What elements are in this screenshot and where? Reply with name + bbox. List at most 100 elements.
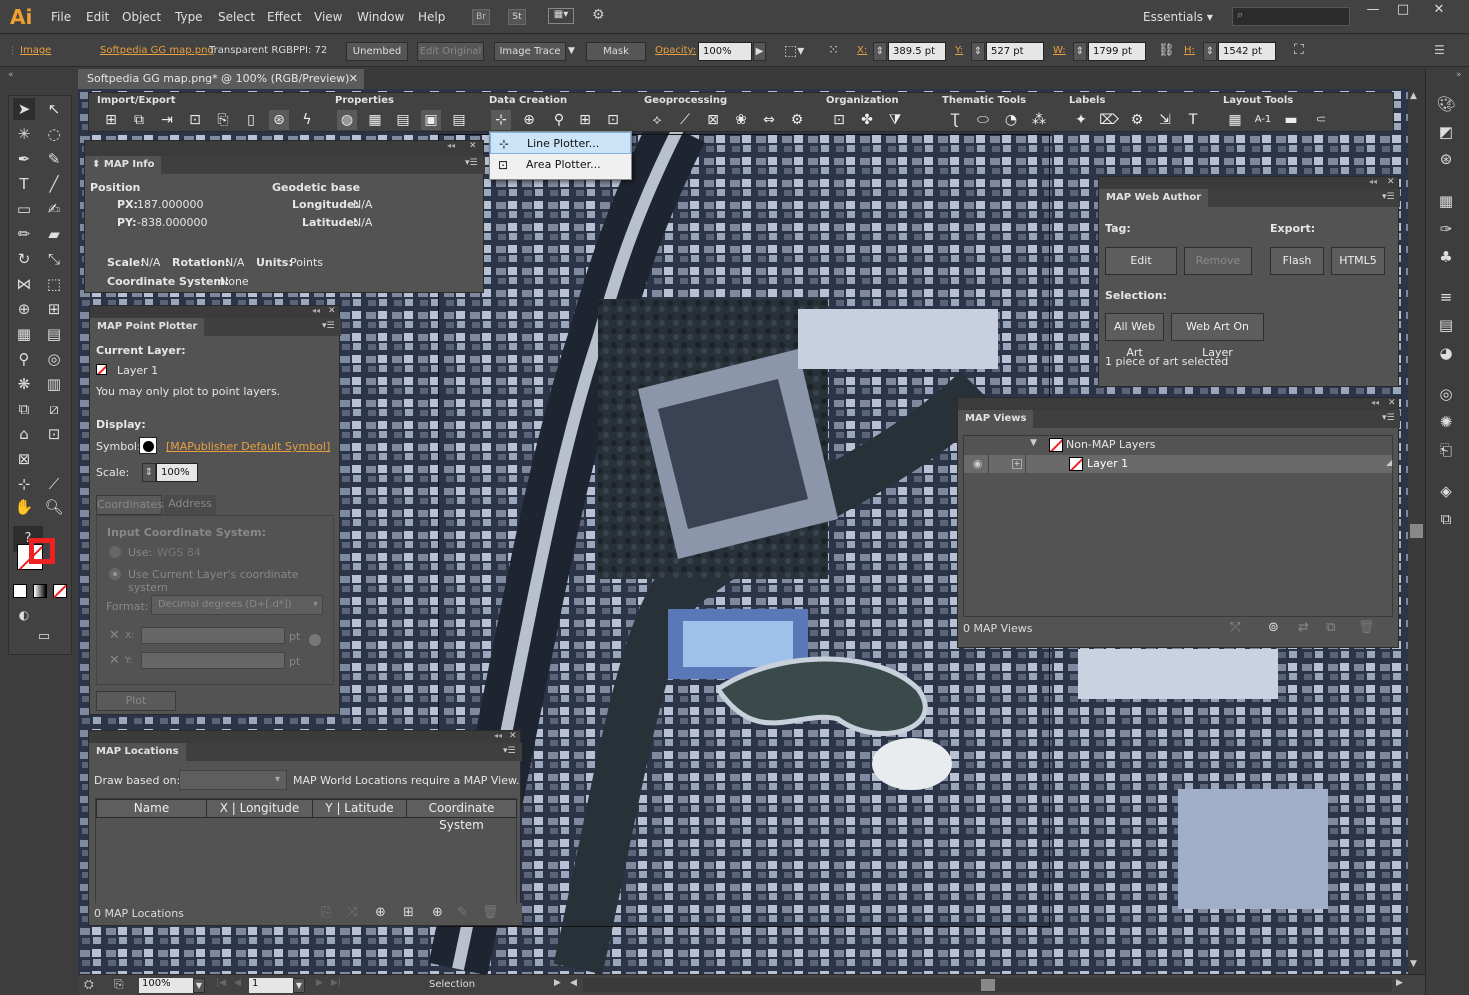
lasso-icon[interactable]: ◌ [43, 123, 65, 145]
scroll-left-icon[interactable]: ◀ [570, 978, 577, 988]
reference-point-icon[interactable]: ⁙ [828, 43, 839, 58]
new-view-icon[interactable]: ⤱ [1230, 620, 1240, 635]
chart-icon[interactable]: ⬭ [973, 110, 993, 130]
collapse-icon[interactable]: ◂◂ [447, 141, 455, 150]
color-guide-icon[interactable]: ◩ [1435, 123, 1457, 145]
file-link[interactable]: Softpedia GG map.png [100, 45, 214, 56]
map-label-tool-icon[interactable]: ⊡ [43, 423, 65, 445]
flash-button[interactable]: Flash [1270, 247, 1324, 275]
opacity-field[interactable]: 100% [698, 42, 752, 61]
tab-point-plotter[interactable]: MAP Point Plotter [90, 318, 205, 336]
direct-selection-tool-icon[interactable]: ↖ [43, 98, 65, 120]
crop-tool-icon[interactable]: ⊹ [13, 473, 35, 495]
h-stepper[interactable]: ⇕ [1203, 42, 1217, 61]
color-mode-icon[interactable] [13, 584, 27, 598]
lock-view-icon[interactable]: ⊚ [1268, 620, 1279, 635]
trash-icon[interactable]: 🗑︎ [482, 905, 499, 920]
graphic-styles-icon[interactable]: ✺ [1435, 413, 1457, 435]
pen-tool-icon[interactable]: ✒ [13, 148, 35, 170]
select-by-icon[interactable]: ✤ [857, 110, 877, 130]
gradient-panel-icon[interactable]: ▤ [1435, 316, 1457, 338]
measure-icon[interactable]: ⇔ [759, 110, 779, 130]
transparency-icon[interactable]: ◕ [1435, 344, 1457, 366]
close-icon[interactable]: ✕ [469, 141, 477, 151]
last-page-icon[interactable]: ▶| [331, 978, 341, 988]
appearance-icon[interactable]: ◎ [1435, 385, 1457, 407]
expand-arrow-icon[interactable]: ▼ [1030, 438, 1037, 448]
menu-file[interactable]: File [51, 10, 71, 24]
zoom-field[interactable]: 100% [139, 978, 193, 993]
label-settings-icon[interactable]: ⚙ [1127, 110, 1147, 130]
html5-button[interactable]: HTML5 [1331, 247, 1385, 275]
y-field[interactable]: 527 pt [986, 42, 1044, 61]
scroll-up-icon[interactable]: ▲ [1410, 91, 1417, 101]
edit-icon[interactable]: ✎ [457, 905, 468, 920]
width-tool-icon[interactable]: ⋈ [13, 273, 35, 295]
gradient-mode-icon[interactable] [33, 584, 47, 598]
clip-icon[interactable]: ⊠ [703, 110, 723, 130]
page-field[interactable]: 1 [249, 978, 293, 993]
color-panel-icon[interactable]: 🎨︎ [1435, 95, 1457, 117]
eyedropper-icon[interactable]: ⚲ [13, 348, 35, 370]
globe-icon[interactable]: ◍ [337, 110, 357, 130]
simplify-icon[interactable]: ⟡ [647, 110, 667, 130]
layer-target-icon[interactable]: ◢ [1386, 458, 1392, 467]
grid-index-icon[interactable]: ▦ [1225, 110, 1245, 130]
panel-menu-icon[interactable]: ▾☰ [503, 746, 516, 756]
thematic-icon[interactable]: Ʈ [945, 110, 965, 130]
brushes-icon[interactable]: ✑ [1435, 220, 1457, 242]
hand-tool-icon[interactable]: ✋ [13, 496, 35, 518]
close-icon[interactable]: ✕ [328, 306, 336, 316]
next-page-icon[interactable]: ▶ [316, 978, 323, 988]
recolor-icon[interactable]: ⊛ [1435, 150, 1457, 172]
export-icon[interactable]: ⧉ [129, 110, 149, 130]
y-stepper[interactable]: ⇕ [971, 42, 985, 61]
lock-toggle[interactable]: + [992, 455, 1026, 473]
label-text-icon[interactable]: T [1183, 110, 1203, 130]
symbol-link[interactable]: [MAPublisher Default Symbol] [166, 440, 330, 453]
artboard-nav-icon[interactable]: ⛭ [84, 977, 94, 992]
locate-icon[interactable]: ⚲ [549, 110, 569, 130]
phone-icon[interactable]: ▯ [241, 110, 261, 130]
image-link[interactable]: Image [20, 45, 51, 56]
artboards-icon[interactable]: ⧉ [1435, 510, 1457, 532]
col-longitude[interactable]: X | Longitude [206, 799, 313, 818]
asset-export-icon[interactable]: ⎗ [1435, 441, 1457, 463]
rectangle-tool-icon[interactable]: ▭ [13, 198, 35, 220]
shuffle-icon[interactable]: ⤨ [347, 905, 357, 920]
add-batch-icon[interactable]: ⊞ [403, 905, 414, 920]
shape-builder-icon[interactable]: ⊕ [13, 298, 35, 320]
collapse-icon[interactable]: ◂◂ [312, 306, 320, 315]
line-tool-icon[interactable]: ╱ [43, 173, 65, 195]
x-field[interactable]: 389.5 pt [888, 42, 946, 61]
w-field[interactable]: 1799 pt [1088, 42, 1146, 61]
expand-icon[interactable]: » [1456, 70, 1462, 80]
panel-menu-icon[interactable]: ☰ [1434, 43, 1445, 57]
scroll-thumb[interactable] [981, 979, 995, 991]
tiles-icon[interactable]: ⊡ [603, 110, 623, 130]
map-view-icon[interactable]: ▣ [421, 110, 441, 130]
panel-menu-icon[interactable]: ▾☰ [1382, 413, 1395, 423]
magic-wand-icon[interactable]: ✳ [13, 123, 35, 145]
collapse-icon[interactable]: ◂◂ [494, 731, 502, 740]
buffer-icon[interactable]: ❀ [731, 110, 751, 130]
search-input[interactable]: ⌕ [1232, 7, 1350, 26]
web-art-on-layer-button[interactable]: Web Art On Layer [1171, 313, 1264, 359]
type-tool-icon[interactable]: T [13, 173, 35, 195]
edit-original-button[interactable]: Edit Original [417, 42, 484, 61]
view-settings-icon[interactable]: ⧉ [1326, 620, 1335, 635]
bridge-button[interactable]: Br [472, 9, 490, 25]
scale-stepper[interactable]: ⇕ [142, 463, 156, 482]
layers-icon[interactable]: ◈ [1435, 482, 1457, 504]
symbols-icon[interactable]: ♣ [1435, 248, 1457, 270]
add-world-icon[interactable]: ⊕ [432, 905, 443, 920]
link-icon[interactable]: ⛓ [1158, 43, 1175, 58]
flash-icon[interactable]: ϟ [297, 110, 317, 130]
first-page-icon[interactable]: |◀ [216, 978, 226, 988]
none-mode-icon[interactable] [53, 584, 67, 599]
curvature-tool-icon[interactable]: ✎ [43, 148, 65, 170]
opacity-label[interactable]: Opacity: [655, 45, 696, 56]
symbol-sprayer-icon[interactable]: ❋ [13, 373, 35, 395]
draw-based-select[interactable]: ▾ [179, 770, 287, 790]
y-clear-icon[interactable]: ✕ [109, 653, 120, 668]
